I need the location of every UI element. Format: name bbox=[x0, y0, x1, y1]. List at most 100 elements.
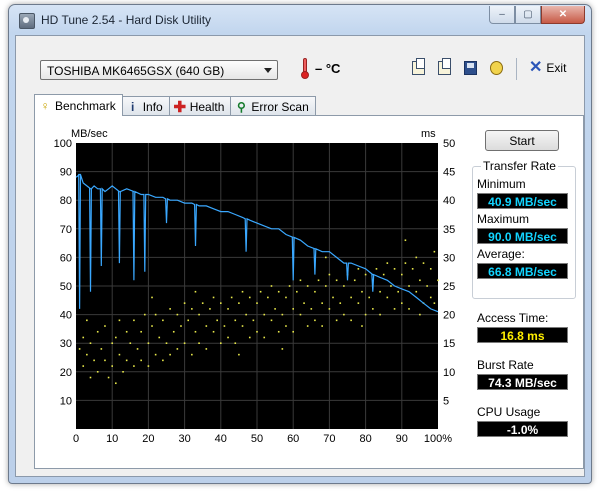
benchmark-chart: MB/sec ms 0 10 20 30 40 50 60 70 80 90 100% 10 20 30 4… bbox=[54, 128, 456, 445]
access-time-point bbox=[238, 302, 240, 304]
maximize-button[interactable]: ▢ bbox=[515, 6, 541, 24]
main-window: HD Tune 2.54 - Hard Disk Utility – ▢ ✕ T… bbox=[8, 4, 592, 484]
access-time-label: Access Time: bbox=[477, 311, 549, 325]
access-time-point bbox=[162, 319, 164, 322]
cpu-usage-label: CPU Usage bbox=[477, 405, 541, 419]
access-time-point bbox=[350, 319, 352, 322]
access-time-point bbox=[433, 302, 436, 304]
copy-text-button[interactable] bbox=[408, 58, 428, 78]
access-time-point bbox=[277, 290, 280, 293]
maximum-value: 90.0 MB/sec bbox=[477, 228, 568, 244]
y-right-tick-label: 5 bbox=[443, 395, 449, 407]
access-time-point bbox=[86, 319, 88, 322]
title-bar[interactable]: HD Tune 2.54 - Hard Disk Utility – ▢ ✕ bbox=[9, 5, 591, 35]
access-time-point bbox=[314, 290, 316, 293]
access-time-point bbox=[350, 296, 352, 299]
access-time-point bbox=[270, 319, 273, 322]
access-time-point bbox=[429, 296, 432, 299]
access-time-point bbox=[201, 302, 204, 304]
access-time-point bbox=[353, 279, 356, 282]
options-icon bbox=[489, 61, 503, 75]
access-time-point bbox=[408, 308, 410, 310]
transfer-rate-group: Transfer Rate Minimum 40.9 MB/sec Maximu… bbox=[472, 159, 576, 299]
access-time-point bbox=[212, 296, 215, 299]
access-time-point bbox=[292, 330, 294, 333]
save-button[interactable] bbox=[460, 58, 480, 78]
access-time-point bbox=[303, 302, 305, 304]
access-time-point bbox=[82, 336, 85, 339]
copy-image-button[interactable] bbox=[434, 58, 454, 78]
access-time-point bbox=[281, 313, 284, 316]
y-right-tick-label: 40 bbox=[443, 195, 455, 207]
access-time-point bbox=[162, 359, 164, 362]
copy-image-icon bbox=[437, 58, 451, 75]
y-right-tick-label: 10 bbox=[443, 367, 455, 379]
x-tick-label: 0 bbox=[73, 433, 79, 445]
access-time-point bbox=[256, 302, 258, 304]
access-time-point bbox=[89, 376, 92, 379]
tab-error-scan[interactable]: ⚲ Error Scan bbox=[230, 96, 316, 116]
y-right-tick-label: 25 bbox=[443, 281, 455, 293]
access-time-point bbox=[238, 353, 240, 356]
access-time-point bbox=[299, 279, 302, 282]
access-time-point bbox=[281, 348, 284, 350]
access-time-point bbox=[372, 308, 374, 310]
cpu-usage-value: -1.0% bbox=[477, 421, 568, 437]
access-time-point bbox=[133, 319, 135, 322]
access-time-point bbox=[169, 308, 171, 310]
health-icon: ✚ bbox=[173, 98, 187, 116]
thermometer-icon bbox=[301, 58, 309, 79]
access-time-point bbox=[176, 348, 179, 350]
access-time-point bbox=[86, 353, 88, 356]
access-time-point bbox=[357, 268, 360, 270]
y-left-tick-label: 60 bbox=[60, 252, 72, 264]
save-icon bbox=[463, 61, 477, 75]
access-time-point bbox=[107, 376, 110, 379]
access-time-point bbox=[104, 359, 106, 362]
exit-button[interactable]: ✕ Exit bbox=[527, 58, 568, 78]
access-time-point bbox=[256, 330, 258, 333]
access-time-point bbox=[78, 348, 81, 350]
toolbar-divider bbox=[516, 58, 517, 80]
window-title: HD Tune 2.54 - Hard Disk Utility bbox=[41, 13, 212, 27]
tab-benchmark[interactable]: ♀ Benchmark bbox=[34, 94, 123, 116]
access-time-point bbox=[252, 319, 255, 322]
x-tick-label: 20 bbox=[142, 433, 154, 445]
access-time-point bbox=[118, 353, 121, 356]
access-time-point bbox=[140, 330, 142, 333]
access-time-point bbox=[248, 336, 251, 339]
access-time-point bbox=[82, 365, 85, 367]
access-time-point bbox=[375, 268, 378, 270]
exit-icon: ✕ bbox=[529, 59, 543, 76]
tab-info[interactable]: i Info bbox=[121, 96, 170, 116]
access-time-point bbox=[191, 308, 193, 310]
access-time-point bbox=[422, 262, 425, 264]
access-time-point bbox=[332, 296, 334, 299]
y-axis-right-label: ms bbox=[421, 128, 436, 140]
benchmark-panel: MB/sec ms 0 10 20 30 40 50 60 70 80 90 100% 10 20 30 4… bbox=[34, 115, 584, 469]
access-time-point bbox=[321, 325, 323, 327]
access-time-point bbox=[96, 330, 99, 333]
access-time-point bbox=[125, 359, 128, 362]
access-time-point bbox=[230, 296, 233, 299]
close-button[interactable]: ✕ bbox=[541, 6, 585, 24]
access-time-point bbox=[343, 313, 345, 316]
access-time-point bbox=[270, 285, 273, 287]
access-time-point bbox=[429, 268, 432, 270]
tab-health[interactable]: ✚ Health bbox=[168, 96, 232, 116]
minimize-button[interactable]: – bbox=[489, 6, 515, 24]
drive-select[interactable]: TOSHIBA MK6465GSX (640 GB) bbox=[40, 60, 278, 80]
access-time-point bbox=[397, 290, 399, 293]
access-time-point bbox=[263, 313, 266, 316]
access-time-point bbox=[386, 262, 389, 264]
start-button[interactable]: Start bbox=[485, 130, 559, 151]
y-right-tick-label: 15 bbox=[443, 338, 455, 350]
drive-select-value: TOSHIBA MK6465GSX (640 GB) bbox=[47, 64, 225, 78]
access-time-point bbox=[122, 371, 124, 373]
y-left-tick-label: 80 bbox=[60, 195, 72, 207]
access-time-point bbox=[411, 268, 414, 270]
options-button[interactable] bbox=[486, 58, 506, 78]
access-time-point bbox=[245, 313, 247, 316]
access-time-point bbox=[415, 290, 418, 293]
access-time-point bbox=[285, 296, 287, 299]
